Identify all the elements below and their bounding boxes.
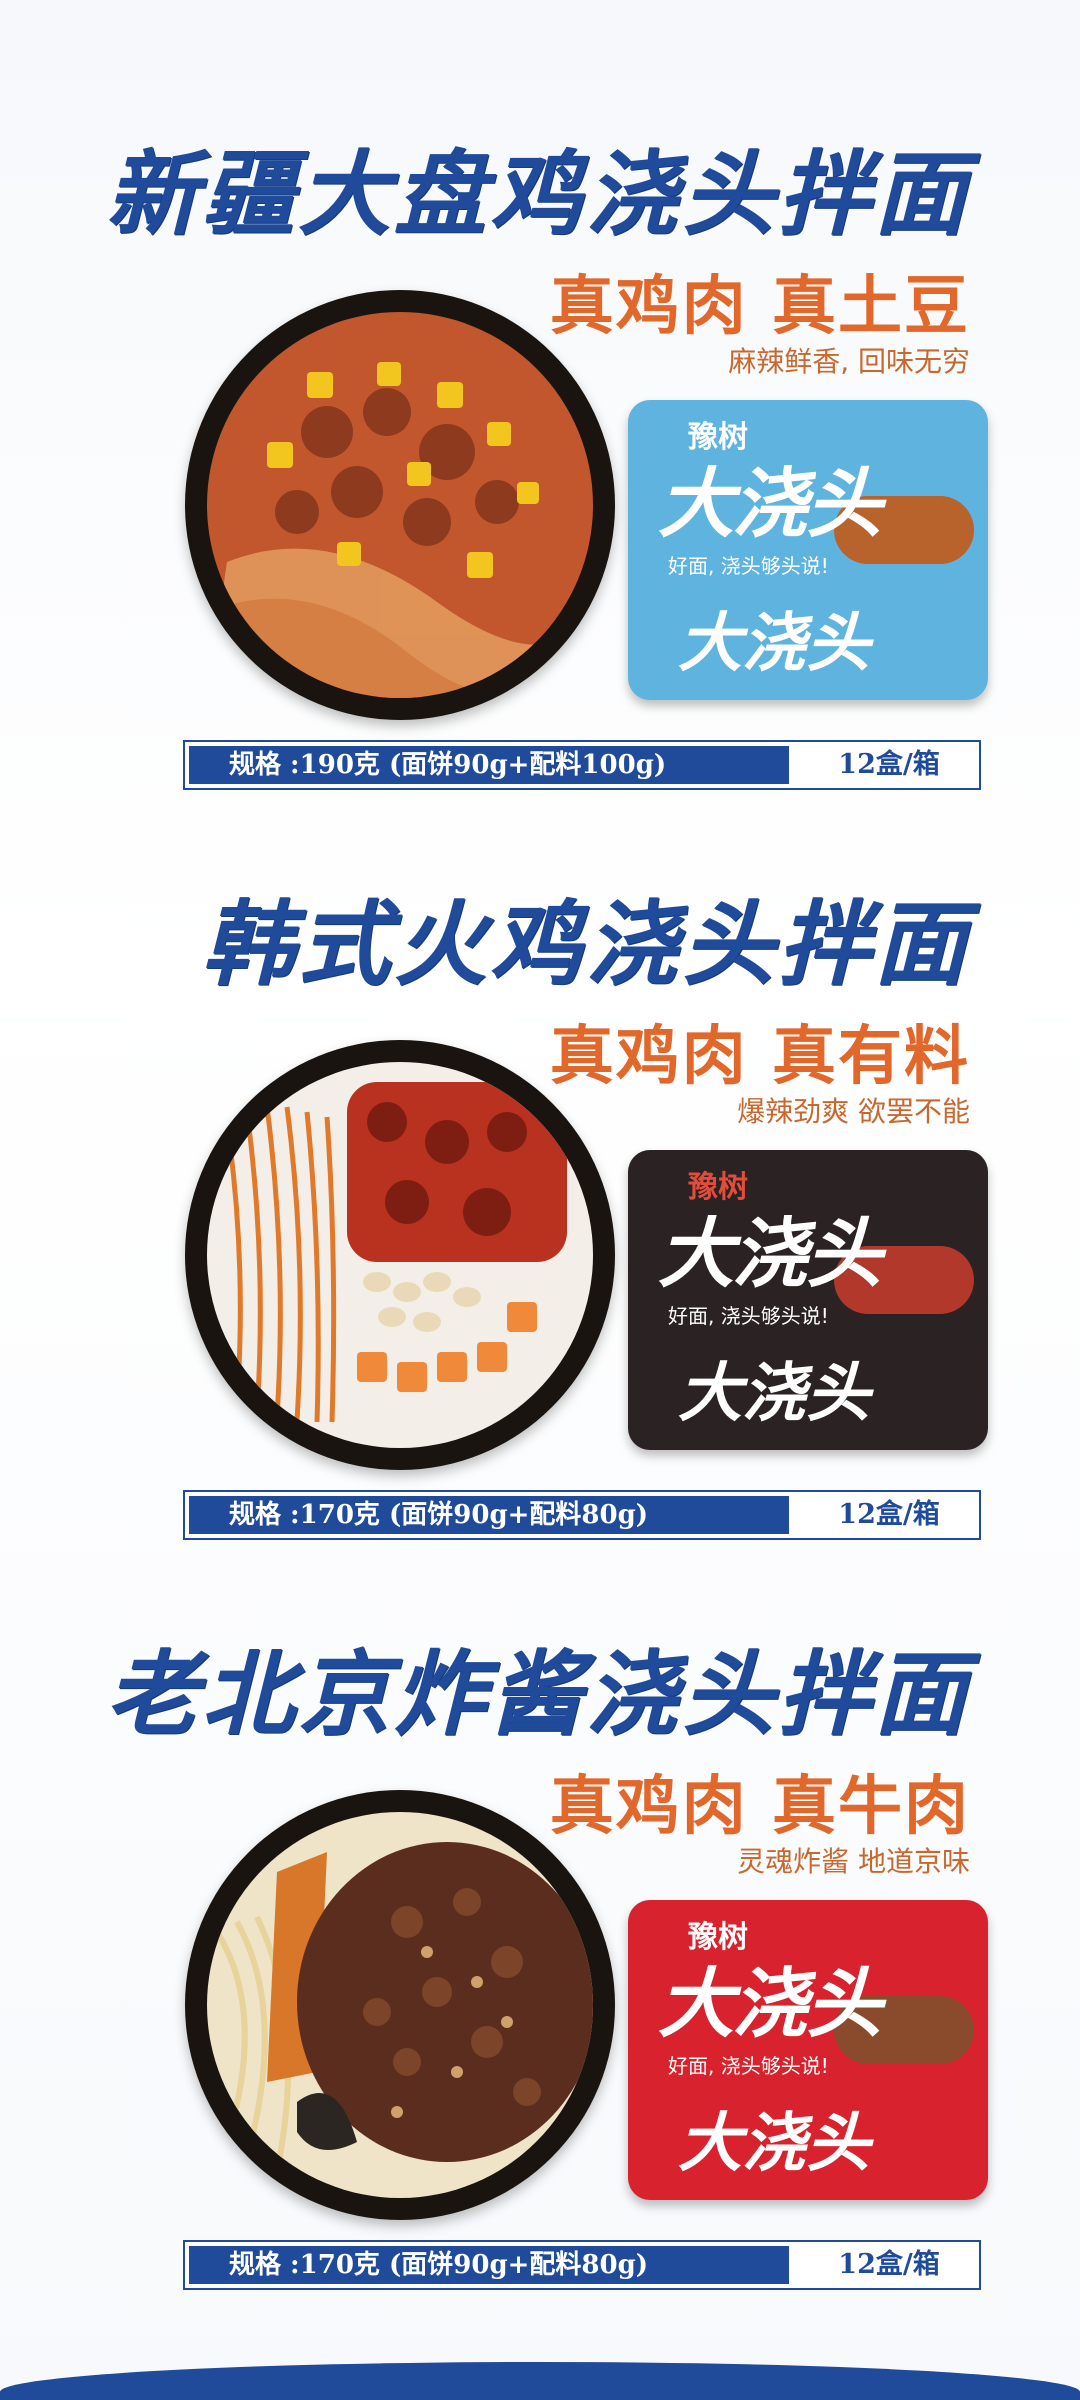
- spec-bar: 规格 :190克 (面饼90g+配料100g) 12盒/箱: [183, 740, 981, 790]
- spec-text: 规格 :190克 (面饼90g+配料100g): [189, 746, 789, 784]
- package-name-secondary: 大浇头: [678, 1356, 870, 1431]
- package-name: 大浇头: [658, 459, 882, 548]
- product-subtag: 爆辣劲爽 欲罢不能: [737, 1095, 970, 1128]
- product-package: 豫树 大浇头 好面, 浇头够头说! 大浇头: [628, 1900, 988, 2200]
- package-slogan: 好面, 浇头够头说!: [668, 554, 829, 578]
- package-name: 大浇头: [658, 1959, 882, 2048]
- product-subtag: 灵魂炸酱 地道京味: [737, 1845, 970, 1878]
- noodle-bowl-image: [185, 290, 615, 720]
- pack-count: 12盒/箱: [838, 749, 940, 780]
- product-subtag: 麻辣鲜香, 回味无穷: [728, 345, 970, 378]
- package-name-secondary: 大浇头: [678, 606, 870, 681]
- product-package: 豫树 大浇头 好面, 浇头够头说! 大浇头: [628, 1150, 988, 1450]
- pack-count: 12盒/箱: [838, 2249, 940, 2280]
- product-section-xinjiang: 新疆大盘鸡浇头拌面 真鸡肉 真土豆 麻辣鲜香, 回味无穷 豫树 大浇头 好面, …: [0, 120, 1080, 880]
- product-tagline: 真鸡肉 真土豆: [549, 270, 970, 344]
- package-slogan: 好面, 浇头够头说!: [668, 1304, 829, 1328]
- product-title: 老北京炸酱浇头拌面: [105, 1640, 970, 1748]
- package-name-secondary: 大浇头: [678, 2106, 870, 2181]
- spec-bar: 规格 :170克 (面饼90g+配料80g) 12盒/箱: [183, 1490, 981, 1540]
- package-slogan: 好面, 浇头够头说!: [668, 2054, 829, 2078]
- spec-bar: 规格 :170克 (面饼90g+配料80g) 12盒/箱: [183, 2240, 981, 2290]
- noodle-bowl-image: [185, 1790, 615, 2220]
- product-catalog-page: 新疆大盘鸡浇头拌面 真鸡肉 真土豆 麻辣鲜香, 回味无穷 豫树 大浇头 好面, …: [0, 0, 1080, 2400]
- pack-count: 12盒/箱: [838, 1499, 940, 1530]
- spec-text: 规格 :170克 (面饼90g+配料80g): [189, 2246, 789, 2284]
- spec-text: 规格 :170克 (面饼90g+配料80g): [189, 1496, 789, 1534]
- product-tagline: 真鸡肉 真牛肉: [549, 1770, 970, 1844]
- product-section-beijing: 老北京炸酱浇头拌面 真鸡肉 真牛肉 灵魂炸酱 地道京味 豫树 大浇头 好面, 浇…: [0, 1620, 1080, 2380]
- product-section-korean: 韩式火鸡浇头拌面 真鸡肉 真有料 爆辣劲爽 欲罢不能 豫树 大浇头 好面, 浇头…: [0, 870, 1080, 1630]
- package-name: 大浇头: [658, 1209, 882, 1298]
- product-package: 豫树 大浇头 好面, 浇头够头说! 大浇头: [628, 400, 988, 700]
- product-tagline: 真鸡肉 真有料: [549, 1020, 970, 1094]
- product-title: 韩式火鸡浇头拌面: [201, 890, 970, 998]
- product-title: 新疆大盘鸡浇头拌面: [105, 140, 970, 248]
- noodle-bowl-image: [185, 1040, 615, 1470]
